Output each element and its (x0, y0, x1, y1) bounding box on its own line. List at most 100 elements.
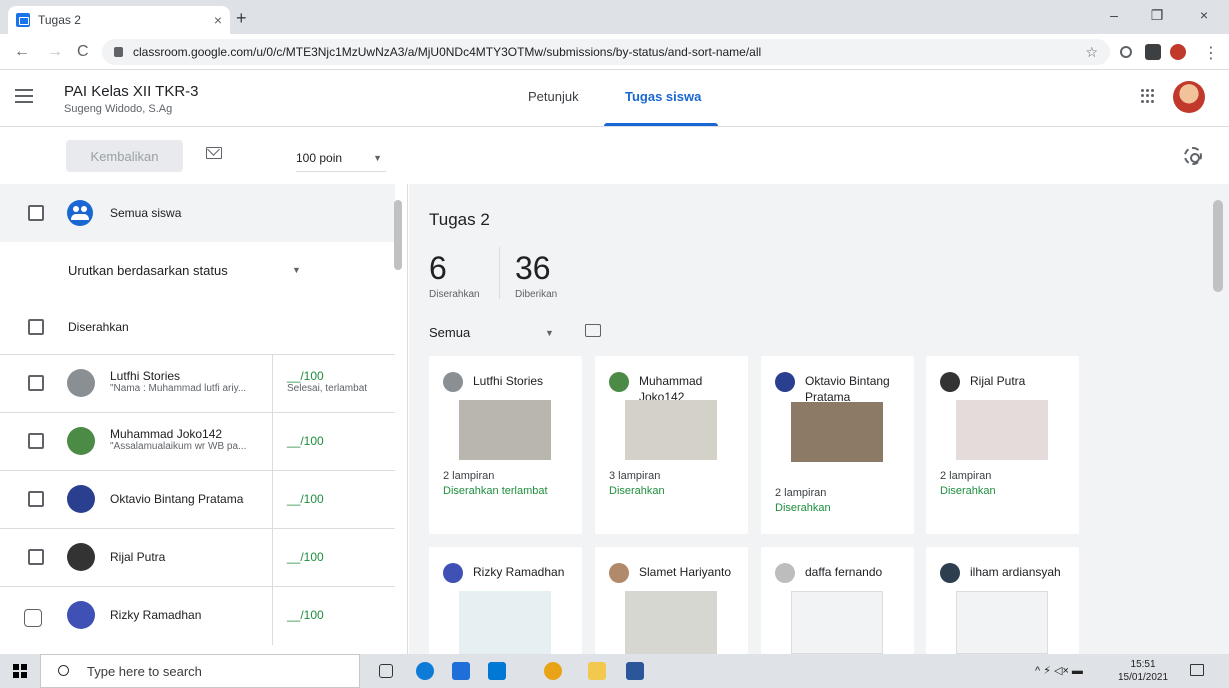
store-icon[interactable] (452, 662, 470, 680)
search-icon (58, 665, 69, 676)
group-icon (67, 200, 93, 226)
attachment-thumbnail[interactable] (459, 591, 551, 654)
history-icon[interactable] (24, 609, 42, 627)
windows-start-icon[interactable] (13, 664, 27, 678)
forward-button[interactable]: → (47, 43, 63, 61)
mail-app-icon[interactable] (488, 662, 506, 680)
table-row[interactable]: Muhammad Joko142 "Assalamualaikum wr WB p… (0, 412, 395, 471)
url-text: classroom.google.com/u/0/c/MTE3Njc1MzUwN… (133, 45, 762, 59)
gear-icon[interactable] (1184, 147, 1202, 165)
bookmark-star-icon[interactable]: ☆ (1085, 44, 1098, 61)
chevron-down-icon[interactable]: ▼ (545, 328, 554, 338)
table-row[interactable]: Oktavio Bintang Pratama __/100 (0, 470, 395, 529)
back-button[interactable]: ← (14, 43, 30, 61)
notification-icon[interactable] (1190, 664, 1204, 676)
grade-input[interactable]: __/100 (287, 369, 324, 383)
attachment-thumbnail[interactable] (625, 591, 717, 654)
return-button[interactable]: Kembalikan (66, 140, 183, 172)
folder-icon[interactable] (585, 324, 601, 337)
student-checkbox[interactable] (28, 491, 44, 507)
minimize-button[interactable]: – (1099, 7, 1129, 23)
section-checkbox[interactable] (28, 319, 44, 335)
tab-instructions[interactable]: Petunjuk (528, 89, 579, 104)
tab-close-icon[interactable]: × (214, 12, 222, 28)
select-all-checkbox[interactable] (28, 205, 44, 221)
classroom-favicon-icon (16, 13, 30, 27)
student-name: Oktavio Bintang Pratama (110, 492, 244, 506)
taskbar-search-placeholder: Type here to search (87, 663, 202, 679)
url-bar[interactable]: classroom.google.com/u/0/c/MTE3Njc1MzUwN… (102, 39, 1110, 65)
submission-card[interactable]: Slamet Hariyanto (595, 547, 748, 654)
submission-card[interactable]: Lutfhi Stories 2 lampiran Diserahkan terla… (429, 356, 582, 534)
avatar (443, 372, 463, 392)
left-scrollbar[interactable] (394, 200, 402, 270)
avatar (940, 372, 960, 392)
attachment-thumbnail[interactable] (791, 402, 883, 462)
table-row[interactable]: Rijal Putra __/100 (0, 528, 395, 587)
all-students-row[interactable]: Semua siswa (0, 184, 395, 242)
app-header: PAI Kelas XII TKR-3 Sugeng Widodo, S.Ag … (0, 70, 1229, 127)
attachment-thumbnail[interactable] (791, 591, 883, 654)
file-explorer-icon[interactable] (588, 662, 606, 680)
main-menu-icon[interactable] (15, 89, 33, 103)
student-checkbox[interactable] (28, 375, 44, 391)
extension-icon[interactable] (1120, 46, 1132, 58)
grade-input[interactable]: __/100 (287, 434, 324, 448)
taskbar-search[interactable]: Type here to search (40, 654, 360, 688)
avatar (609, 563, 629, 583)
attachment-thumbnail[interactable] (459, 400, 551, 460)
private-comment: "Nama : Muhammad lutfi ariy... (110, 383, 247, 394)
browser-menu-icon[interactable]: ⋮ (1203, 43, 1219, 63)
restore-button[interactable]: ❐ (1142, 7, 1172, 24)
tab-student-work[interactable]: Tugas siswa (625, 89, 701, 104)
submission-card[interactable]: Rijal Putra 2 lampiran Diserahkan (926, 356, 1079, 534)
chevron-down-icon[interactable]: ▼ (292, 265, 301, 275)
profile-avatar[interactable] (1170, 44, 1186, 60)
card-status: Diserahkan (940, 485, 996, 497)
apps-grid-icon[interactable] (1141, 89, 1155, 103)
edge-icon[interactable] (416, 662, 434, 680)
stats-divider (499, 247, 500, 299)
card-student-name: ilham ardiansyah (970, 565, 1061, 579)
puzzle-extensions-icon[interactable] (1145, 44, 1161, 60)
submission-card[interactable]: Muhammad Joko142 3 lampiran Diserahkan (595, 356, 748, 534)
submission-card[interactable]: daffa fernando (761, 547, 914, 654)
clock[interactable]: 15:51 15/01/2021 (1118, 658, 1168, 684)
student-checkbox[interactable] (28, 549, 44, 565)
email-icon[interactable] (206, 147, 222, 159)
right-scrollbar[interactable] (1213, 200, 1223, 292)
points-select[interactable]: 100 poin ▼ (296, 151, 386, 172)
lock-icon (114, 47, 123, 57)
sort-select[interactable]: Urutkan berdasarkan status (68, 263, 228, 278)
class-name[interactable]: PAI Kelas XII TKR-3 (64, 83, 199, 100)
table-row[interactable]: Rizky Ramadhan __/100 (0, 586, 395, 645)
account-avatar[interactable] (1173, 81, 1205, 113)
avatar (67, 485, 95, 513)
system-tray[interactable]: ^ ⚡ ◁× ▬ (1035, 664, 1083, 677)
new-tab-button[interactable]: + (236, 8, 247, 29)
submission-status: Selesai, terlambat (287, 383, 368, 394)
chrome-icon[interactable] (544, 662, 562, 680)
attachment-thumbnail[interactable] (956, 591, 1048, 654)
task-view-icon[interactable] (379, 664, 393, 678)
submission-card[interactable]: Rizky Ramadhan (429, 547, 582, 654)
submission-card[interactable]: ilham ardiansyah (926, 547, 1079, 654)
assigned-count: 36 (515, 250, 551, 286)
avatar (67, 601, 95, 629)
browser-tab[interactable]: Tugas 2 × (8, 6, 230, 34)
submission-card[interactable]: Oktavio Bintang Pratama 2 lampiran Diserah… (761, 356, 914, 534)
word-icon[interactable] (626, 662, 644, 680)
student-name: Muhammad Joko142 (110, 427, 223, 441)
grade-input[interactable]: __/100 (287, 608, 324, 622)
student-name: Rijal Putra (110, 550, 166, 564)
table-row[interactable]: Lutfhi Stories "Nama : Muhammad lutfi ari… (0, 354, 395, 413)
grade-input[interactable]: __/100 (287, 550, 324, 564)
attachment-thumbnail[interactable] (625, 400, 717, 460)
reload-button[interactable]: C (77, 43, 89, 61)
attachment-thumbnail[interactable] (956, 400, 1048, 460)
filter-select[interactable]: Semua (429, 325, 470, 340)
student-checkbox[interactable] (28, 433, 44, 449)
avatar (775, 372, 795, 392)
window-close-button[interactable]: × (1189, 7, 1219, 23)
grade-input[interactable]: __/100 (287, 492, 324, 506)
